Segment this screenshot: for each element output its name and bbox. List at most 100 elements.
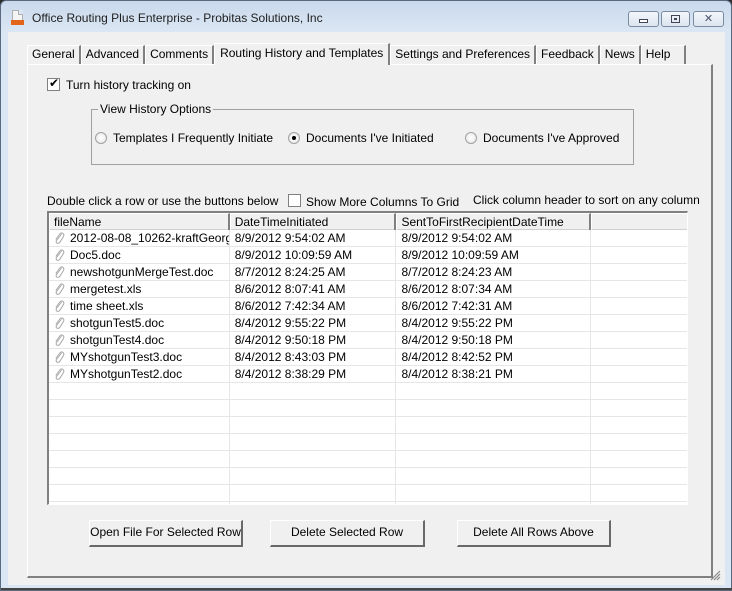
cell-empty [396, 383, 592, 399]
cell-empty [396, 434, 592, 450]
paperclip-icon [55, 368, 65, 380]
cell-datetime-initiated: 8/6/2012 8:07:41 AM [230, 281, 397, 297]
cell-filename: newshotgunMergeTest.doc [49, 264, 230, 280]
radio-label-approved[interactable]: Documents I've Approved [483, 131, 619, 145]
cell-empty [230, 451, 397, 467]
maximize-icon [671, 15, 680, 23]
radio-documents-approved[interactable] [465, 132, 477, 144]
tab-advanced[interactable]: Advanced [80, 45, 146, 64]
tab-help[interactable]: Help [640, 45, 687, 64]
table-row[interactable]: shotgunTest5.doc 8/4/2012 9:55:22 PM 8/4/2… [49, 315, 687, 332]
filename-text: Doc5.doc [70, 248, 121, 262]
show-more-columns-label[interactable]: Show More Columns To Grid [306, 195, 459, 209]
tab-news[interactable]: News [599, 45, 641, 64]
minimize-button[interactable] [628, 11, 659, 27]
open-file-button[interactable]: Open File For Selected Row [89, 520, 243, 547]
view-history-options-group: View History Options Templates I Frequen… [91, 102, 634, 165]
cell-empty [591, 468, 687, 484]
group-title: View History Options [98, 102, 214, 116]
cell-empty [49, 502, 230, 504]
cell-empty [591, 502, 687, 504]
cell-filename: Doc5.doc [49, 247, 230, 263]
table-row[interactable]: newshotgunMergeTest.doc 8/7/2012 8:24:25 … [49, 264, 687, 281]
close-button[interactable]: ✕ [693, 11, 724, 27]
cell-empty [591, 247, 687, 263]
cell-empty [591, 485, 687, 501]
cell-filename: MYshotgunTest2.doc [49, 366, 230, 382]
cell-datetime-initiated: 8/9/2012 10:09:59 AM [230, 247, 397, 263]
cell-datetime-initiated: 8/7/2012 8:24:25 AM [230, 264, 397, 280]
radio-label-templates[interactable]: Templates I Frequently Initiate [113, 131, 273, 145]
cell-empty [396, 485, 592, 501]
column-header-datetime-initiated[interactable]: DateTimeInitiated [229, 213, 397, 230]
radio-documents-initiated[interactable] [288, 132, 300, 144]
title-bar[interactable]: Office Routing Plus Enterprise - Probita… [1, 1, 731, 33]
empty-table-row[interactable] [49, 383, 687, 400]
delete-selected-row-button[interactable]: Delete Selected Row [270, 520, 425, 547]
cell-sent-to-first-recipient: 8/9/2012 9:54:02 AM [396, 230, 592, 246]
cell-empty [230, 502, 397, 504]
table-row[interactable]: 2012-08-08_10262-kraftGeorgi... 8/9/2012 … [49, 230, 687, 247]
cell-datetime-initiated: 8/6/2012 7:42:34 AM [230, 298, 397, 314]
cell-filename: MYshotgunTest3.doc [49, 349, 230, 365]
filename-text: time sheet.xls [70, 299, 144, 313]
tab-feedback[interactable]: Feedback [536, 45, 600, 64]
delete-all-rows-button[interactable]: Delete All Rows Above [457, 520, 611, 547]
empty-table-row[interactable] [49, 468, 687, 485]
paperclip-icon [55, 249, 65, 261]
cell-empty [591, 298, 687, 314]
radio-label-initiated[interactable]: Documents I've Initiated [306, 131, 434, 145]
table-row[interactable]: MYshotgunTest2.doc 8/4/2012 8:38:29 PM 8/4… [49, 366, 687, 383]
column-header-sent-to-first-recipient[interactable]: SentToFirstRecipientDateTime [396, 213, 592, 230]
cell-sent-to-first-recipient: 8/4/2012 8:42:52 PM [396, 349, 592, 365]
history-tracking-label[interactable]: Turn history tracking on [66, 78, 191, 92]
paperclip-icon [55, 232, 65, 244]
tab-comments[interactable]: Comments [145, 45, 215, 64]
column-header-empty[interactable] [591, 213, 687, 230]
history-grid[interactable]: fileName DateTimeInitiated SentToFirstRe… [47, 211, 688, 505]
empty-table-row[interactable] [49, 417, 687, 434]
empty-table-row[interactable] [49, 502, 687, 504]
cell-empty [591, 417, 687, 433]
cell-empty [591, 451, 687, 467]
cell-empty [49, 417, 230, 433]
table-row[interactable]: MYshotgunTest3.doc 8/4/2012 8:43:03 PM 8/4… [49, 349, 687, 366]
table-row[interactable]: Doc5.doc 8/9/2012 10:09:59 AM 8/9/2012 10:… [49, 247, 687, 264]
cell-sent-to-first-recipient: 8/6/2012 8:07:34 AM [396, 281, 592, 297]
table-row[interactable]: time sheet.xls 8/6/2012 7:42:34 AM 8/6/201… [49, 298, 687, 315]
cell-datetime-initiated: 8/4/2012 8:38:29 PM [230, 366, 397, 382]
grid-body: 2012-08-08_10262-kraftGeorgi... 8/9/2012 … [49, 230, 687, 504]
close-icon: ✕ [703, 12, 714, 25]
history-tracking-checkbox[interactable]: ✔ [47, 76, 60, 91]
cell-empty [591, 230, 687, 246]
cell-empty [49, 451, 230, 467]
show-more-columns-checkbox[interactable] [288, 194, 301, 207]
cell-empty [230, 417, 397, 433]
radio-templates-frequently-initiate[interactable] [95, 132, 107, 144]
resize-grip-icon[interactable] [709, 569, 721, 581]
cell-sent-to-first-recipient: 8/4/2012 9:55:22 PM [396, 315, 592, 331]
cell-datetime-initiated: 8/9/2012 9:54:02 AM [230, 230, 397, 246]
empty-table-row[interactable] [49, 451, 687, 468]
empty-table-row[interactable] [49, 434, 687, 451]
cell-datetime-initiated: 8/4/2012 9:55:22 PM [230, 315, 397, 331]
cell-empty [49, 468, 230, 484]
maximize-button[interactable] [661, 11, 690, 27]
filename-text: mergetest.xls [70, 282, 142, 296]
grid-hint-left: Double click a row or use the buttons be… [47, 194, 279, 208]
paperclip-icon [55, 283, 65, 295]
table-row[interactable]: mergetest.xls 8/6/2012 8:07:41 AM 8/6/2012… [49, 281, 687, 298]
tab-general[interactable]: General [27, 45, 81, 64]
cell-empty [396, 417, 592, 433]
tab-settings-and-preferences[interactable]: Settings and Preferences [390, 45, 537, 64]
empty-table-row[interactable] [49, 485, 687, 502]
cell-sent-to-first-recipient: 8/4/2012 9:50:18 PM [396, 332, 592, 348]
table-row[interactable]: shotgunTest4.doc 8/4/2012 9:50:18 PM 8/4/2… [49, 332, 687, 349]
empty-table-row[interactable] [49, 400, 687, 417]
minimize-icon [639, 18, 648, 23]
cell-filename: shotgunTest5.doc [49, 315, 230, 331]
app-document-icon [11, 10, 24, 26]
column-header-filename[interactable]: fileName [49, 213, 230, 230]
cell-empty [230, 400, 397, 416]
tab-routing-history-and-templates[interactable]: Routing History and Templates [214, 43, 391, 65]
